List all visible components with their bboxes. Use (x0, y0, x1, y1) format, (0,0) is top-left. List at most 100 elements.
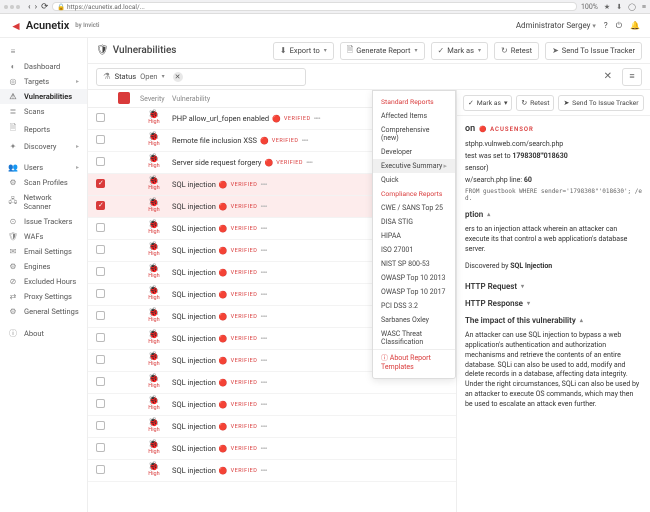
col-severity[interactable]: Severity (140, 95, 168, 103)
sidebar-item-targets[interactable]: ◎Targets▸ (0, 74, 87, 89)
report-option[interactable]: Executive Summary ▸ (373, 159, 455, 173)
address-bar[interactable]: 🔒 https://acunetix.ad.local/... (52, 2, 577, 11)
clear-search[interactable]: ✕ (600, 67, 616, 86)
detail-code: FROM guestbook WHERE sender='1798308"'01… (457, 186, 650, 204)
sidebar-item-dashboard[interactable]: ◐Dashboard (0, 59, 87, 74)
row-checkbox[interactable] (96, 333, 105, 342)
sidebar-item-proxy-settings[interactable]: ⇄Proxy Settings (0, 289, 87, 304)
impact-header[interactable]: The impact of this vulnerability▴ (457, 310, 650, 327)
mark-as-button[interactable]: ✓Mark as▾ (431, 42, 489, 60)
sidebar-item-discovery[interactable]: ✦Discovery▸ (0, 139, 87, 154)
help-icon[interactable]: ? (604, 21, 608, 30)
row-checkbox[interactable] (96, 399, 105, 408)
report-option[interactable]: ISO 27001 (373, 243, 455, 257)
sidebar-item-users[interactable]: 👥Users▸ (0, 160, 87, 175)
report-option[interactable]: OWASP Top 10 2017 (373, 285, 455, 299)
row-checkbox[interactable] (96, 267, 105, 276)
detail-send[interactable]: ➤ Send To Issue Tracker (558, 95, 643, 111)
sidebar-item-reports[interactable]: 🗎Reports (0, 119, 87, 139)
retest-button[interactable]: ↻Retest (494, 42, 539, 60)
sidebar-item-network-scanner[interactable]: 🖧Network Scanner (0, 190, 87, 214)
severity-badge: 🐞High (140, 199, 168, 214)
report-icon: 🗎 (347, 44, 353, 58)
sidebar-item-engines[interactable]: ⚙Engines (0, 259, 87, 274)
severity-badge: 🐞High (140, 309, 168, 324)
sidebar-item-scan-profiles[interactable]: ⚙Scan Profiles (0, 175, 87, 190)
brand-logo: ◄ Acunetix by Invicti (10, 19, 99, 33)
send-issue-button[interactable]: ➤Send To Issue Tracker (545, 42, 642, 60)
report-option[interactable]: DISA STIG (373, 215, 455, 229)
sidebar-toggle[interactable]: ≡ (0, 44, 87, 59)
detail-retest[interactable]: ↻ Retest (516, 95, 554, 111)
nav-back-icon[interactable]: ‹ (28, 2, 31, 12)
vuln-detail-panel: ✓ Mark as ▾ ↻ Retest ➤ Send To Issue Tra… (456, 90, 650, 512)
severity-badge: 🐞High (140, 463, 168, 478)
row-checkbox[interactable] (96, 421, 105, 430)
sidebar-item-email-settings[interactable]: ✉Email Settings (0, 244, 87, 259)
acusensor-badge: 🔴 ACUSENSOR (479, 126, 534, 133)
row-checkbox[interactable] (96, 289, 105, 298)
report-option[interactable]: Sarbanes Oxley (373, 313, 455, 327)
select-all[interactable] (118, 92, 130, 104)
nav-reload-icon[interactable]: ⟳ (41, 2, 48, 12)
row-checkbox[interactable] (96, 443, 105, 452)
detail-kv: w/search.php line: 60 (457, 174, 650, 186)
status-filter[interactable]: ⚗ Status Open ▾ ✕ (96, 68, 306, 86)
report-option[interactable]: Affected Items (373, 109, 455, 123)
sidebar-icon: ⚙ (8, 307, 18, 316)
report-option[interactable]: WASC Threat Classification (373, 327, 455, 349)
sidebar-item-about[interactable]: ⓘAbout (0, 325, 87, 342)
row-checkbox[interactable] (96, 135, 105, 144)
report-option[interactable]: Developer (373, 145, 455, 159)
sidebar-item-general-settings[interactable]: ⚙General Settings (0, 304, 87, 319)
row-checkbox[interactable] (96, 201, 105, 210)
report-option[interactable]: PCI DSS 3.2 (373, 299, 455, 313)
check-icon: ✓ (438, 46, 445, 55)
http-response-header[interactable]: HTTP Response▾ (457, 293, 650, 310)
about-report-templates[interactable]: ⓘ About Report Templates (373, 349, 455, 374)
clear-status-filter[interactable]: ✕ (173, 72, 183, 82)
notifications-icon[interactable]: 🔔 (630, 21, 640, 30)
row-checkbox[interactable] (96, 113, 105, 122)
sidebar-item-vulnerabilities[interactable]: ⚠Vulnerabilities (0, 89, 87, 104)
logout-icon[interactable]: ⏻ (616, 21, 622, 31)
zoom-label: 100% (581, 3, 598, 11)
ext-icon[interactable]: ⬇ (616, 3, 622, 11)
row-checkbox[interactable] (96, 465, 105, 474)
main-content: 🛡Vulnerabilities ⬇Export to▾ 🗎Generate R… (88, 38, 650, 512)
severity-badge: 🐞High (140, 331, 168, 346)
export-button[interactable]: ⬇Export to▾ (273, 42, 334, 60)
sidebar-item-wafs[interactable]: 🛡WAFs (0, 229, 87, 244)
columns-button[interactable]: ≡ (622, 68, 642, 86)
sidebar-item-issue-trackers[interactable]: ⊙Issue Trackers (0, 214, 87, 229)
menu-icon[interactable]: ≡ (642, 3, 646, 11)
row-checkbox[interactable] (96, 179, 105, 188)
row-checkbox[interactable] (96, 245, 105, 254)
report-option[interactable]: OWASP Top 10 2013 (373, 271, 455, 285)
generate-report-button[interactable]: 🗎Generate Report▾ (340, 42, 425, 60)
report-dropdown: Standard Reports Affected ItemsComprehen… (372, 90, 456, 379)
row-checkbox[interactable] (96, 157, 105, 166)
report-option[interactable]: Comprehensive (new) (373, 123, 455, 145)
report-option[interactable]: CWE / SANS Top 25 (373, 201, 455, 215)
row-checkbox[interactable] (96, 377, 105, 386)
sidebar-item-scans[interactable]: ≣Scans (0, 104, 87, 119)
profile-icon[interactable]: ◯ (628, 3, 636, 11)
report-option[interactable]: Quick (373, 173, 455, 187)
detail-mark-as[interactable]: ✓ Mark as ▾ (463, 95, 512, 111)
detail-kv: sensor) (457, 162, 650, 174)
row-checkbox[interactable] (96, 223, 105, 232)
user-menu[interactable]: Administrator Sergey ▾ (516, 21, 596, 30)
http-request-header[interactable]: HTTP Request▾ (457, 276, 650, 293)
verified-icon: 🔴 (219, 313, 228, 321)
nav-fwd-icon[interactable]: › (35, 2, 38, 12)
row-checkbox[interactable] (96, 311, 105, 320)
row-checkbox[interactable] (96, 355, 105, 364)
verified-icon: 🔴 (219, 423, 228, 431)
sidebar-item-excluded-hours[interactable]: ⊘Excluded Hours (0, 274, 87, 289)
ext-icon[interactable]: ★ (604, 3, 610, 11)
report-option[interactable]: HIPAA (373, 229, 455, 243)
report-option[interactable]: NIST SP 800-53 (373, 257, 455, 271)
detail-description-header[interactable]: ption▴ (457, 204, 650, 221)
download-icon: ⬇ (280, 46, 287, 55)
